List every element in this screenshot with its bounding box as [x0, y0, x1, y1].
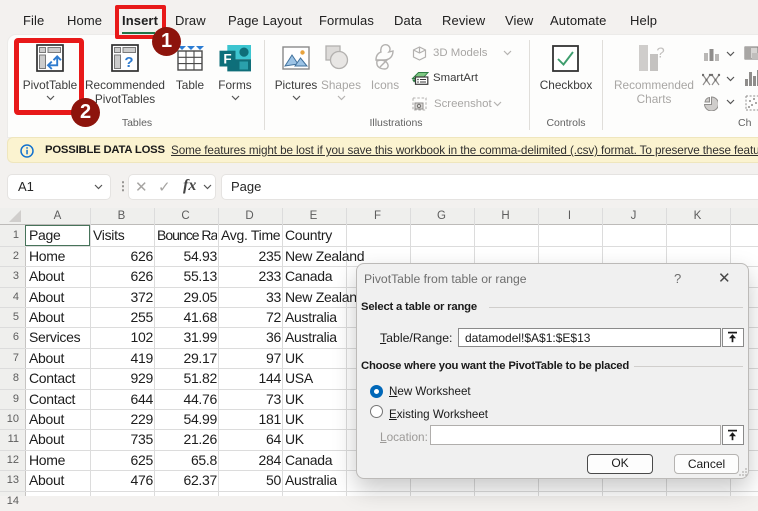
svg-text:?: ?	[656, 45, 664, 62]
svg-text:F: F	[223, 52, 231, 67]
svg-text:?: ?	[124, 54, 133, 71]
